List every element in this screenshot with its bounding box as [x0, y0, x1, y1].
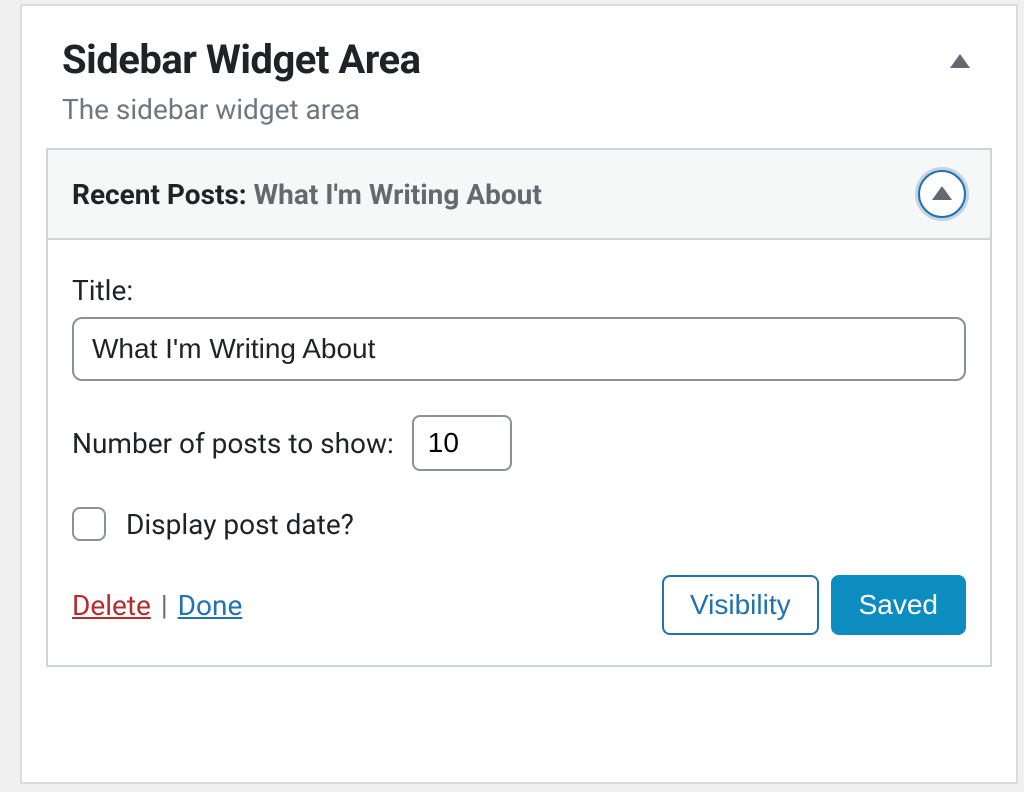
widget-actions-row: Delete | Done Visibility Saved	[72, 575, 966, 635]
display-post-date-label: Display post date?	[126, 508, 354, 541]
panel-header-text: Sidebar Widget Area The sidebar widget a…	[62, 36, 421, 126]
done-link[interactable]: Done	[178, 589, 243, 622]
title-field-label: Title:	[72, 274, 966, 307]
display-post-date-row: Display post date?	[72, 507, 966, 541]
chevron-up-icon	[932, 186, 952, 200]
collapse-panel-icon[interactable]	[950, 54, 970, 68]
widget-header[interactable]: Recent Posts: What I'm Writing About	[48, 150, 990, 240]
left-links: Delete | Done	[72, 589, 242, 622]
collapse-widget-button[interactable]	[918, 170, 966, 218]
recent-posts-widget: Recent Posts: What I'm Writing About Tit…	[46, 148, 992, 667]
saved-button[interactable]: Saved	[831, 575, 966, 635]
display-post-date-checkbox[interactable]	[72, 507, 106, 541]
title-input[interactable]	[72, 317, 966, 381]
widget-title: Recent Posts: What I'm Writing About	[72, 178, 542, 211]
sidebar-widget-area-panel: Sidebar Widget Area The sidebar widget a…	[20, 4, 1018, 784]
number-of-posts-input[interactable]	[412, 415, 512, 471]
panel-description: The sidebar widget area	[62, 93, 421, 126]
number-of-posts-label: Number of posts to show:	[72, 427, 394, 460]
link-separator: |	[161, 589, 168, 622]
number-of-posts-row: Number of posts to show:	[72, 415, 966, 471]
page-root: Sidebar Widget Area The sidebar widget a…	[0, 4, 1024, 792]
widget-body: Title: Number of posts to show: Display …	[48, 240, 990, 665]
right-buttons: Visibility Saved	[662, 575, 966, 635]
panel-header[interactable]: Sidebar Widget Area The sidebar widget a…	[22, 6, 1016, 148]
widget-type-label: Recent Posts:	[72, 178, 247, 211]
panel-title: Sidebar Widget Area	[62, 36, 421, 83]
delete-link[interactable]: Delete	[72, 589, 151, 622]
widget-instance-title: What I'm Writing About	[254, 178, 542, 211]
visibility-button[interactable]: Visibility	[662, 575, 819, 635]
